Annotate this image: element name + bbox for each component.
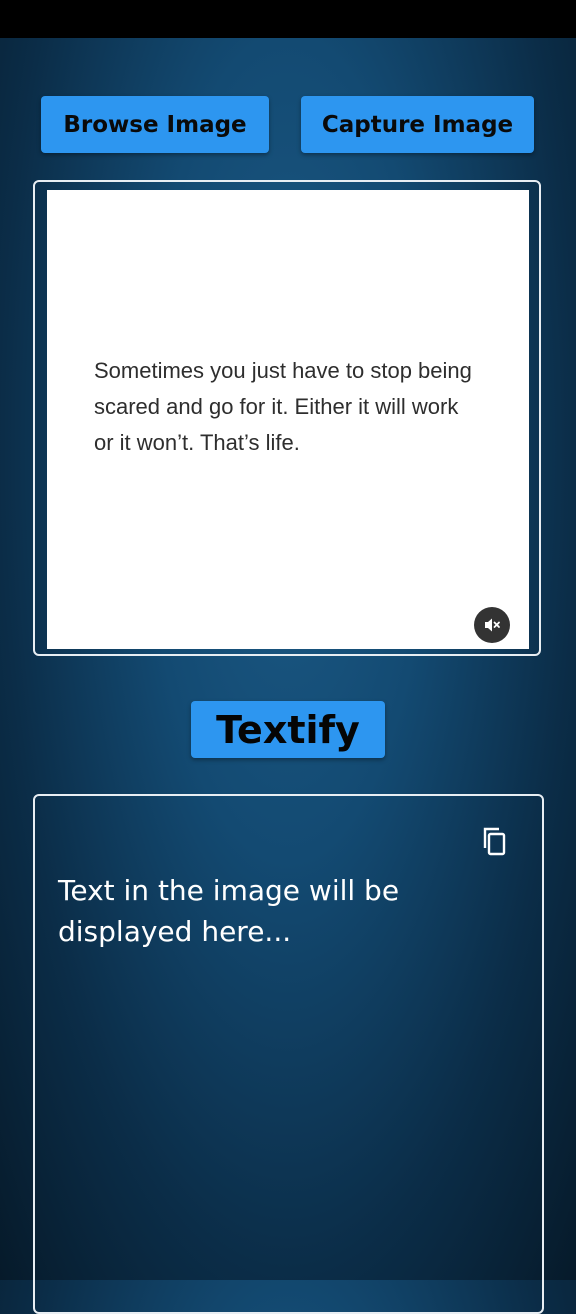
copy-icon[interactable] xyxy=(480,826,510,858)
capture-image-button[interactable]: Capture Image xyxy=(301,96,534,153)
extracted-text-placeholder: Text in the image will be displayed here… xyxy=(58,870,498,952)
quote-line: scared and go for it. Either it will wor… xyxy=(94,394,459,419)
preview-quote-text: Sometimes you just have to stop being sc… xyxy=(94,353,494,461)
quote-line: or it won’t. That’s life. xyxy=(94,430,300,455)
volume-mute-icon[interactable] xyxy=(474,607,510,643)
quote-line: Sometimes you just have to stop being xyxy=(94,358,472,383)
status-bar xyxy=(0,0,576,38)
placeholder-line: Text in the image will be xyxy=(58,874,400,907)
browse-image-button[interactable]: Browse Image xyxy=(41,96,269,153)
placeholder-line: displayed here... xyxy=(58,915,292,948)
textify-button[interactable]: Textify xyxy=(191,701,385,758)
